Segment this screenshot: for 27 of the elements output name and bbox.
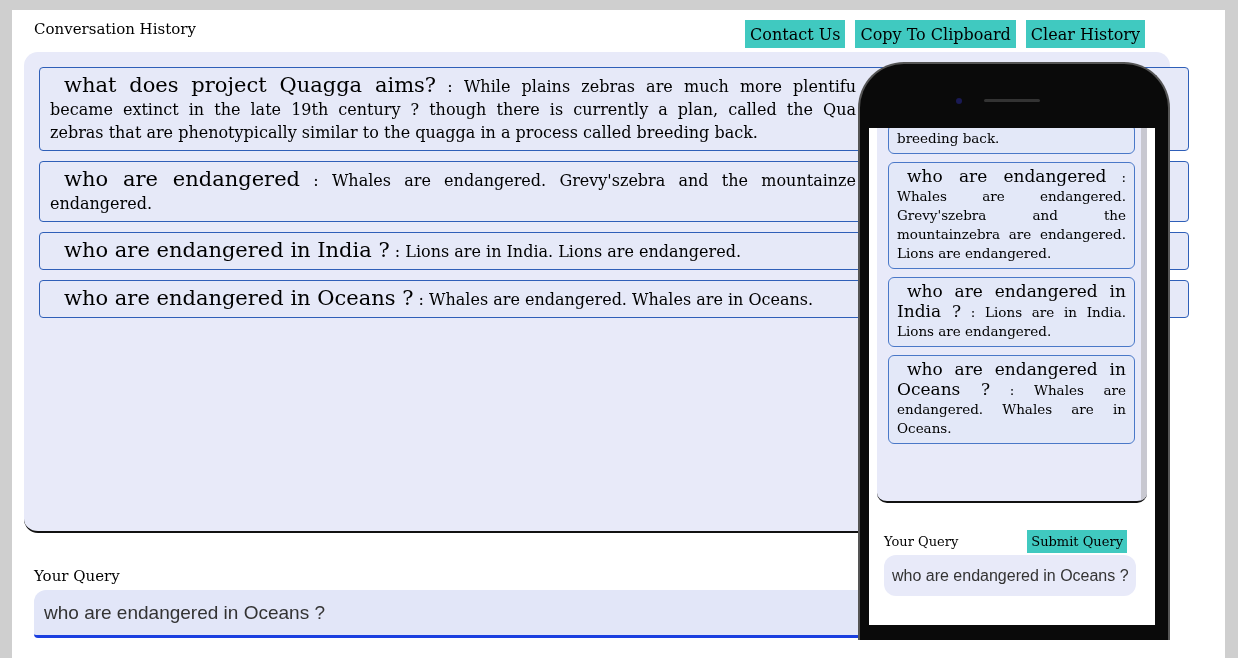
action-button[interactable]: Copy To Clipboard — [855, 20, 1016, 48]
field-label: Your Query — [884, 534, 959, 549]
field-label: Your Query — [34, 567, 120, 585]
submit-button[interactable]: Submit Query — [1027, 530, 1127, 553]
answer-text: : Whales are endangered. Grevy'szebra and the mountainze — [313, 171, 856, 190]
query-field[interactable]: who are endangered in Oceans ? — [884, 555, 1136, 596]
camera-icon — [956, 98, 962, 104]
action-button[interactable]: Clear History — [1025, 20, 1145, 48]
action-button[interactable]: Contact Us — [745, 20, 846, 48]
question-text: what does project Quagga aims? — [63, 73, 437, 97]
answer-text: zebras that are phenotypically similar to the quagga in a process called breeding back. — [50, 123, 758, 142]
answer-text: : While plains zebras are much more plentifu — [447, 77, 856, 96]
answer-text: endangered. — [50, 194, 152, 213]
speaker-icon — [984, 99, 1040, 102]
history-entry: who are endangered in India ? : Lions are in India. Lions are endangered. — [888, 277, 1135, 347]
answer-text: became extinct in the late 19th century ? though there is currently a plan, called the Qua — [50, 100, 856, 119]
question-text: who are endangered in Oceans ? — [63, 286, 414, 310]
history-entry: who are endangered : Whales are endangered. Grevy'szebra and the mountainzebra are endangered. Lions are endangered. — [888, 162, 1135, 269]
history-entry: breeding back. — [888, 128, 1135, 154]
section-title: Conversation History — [34, 20, 196, 38]
history-entry: who are endangered in Oceans ? : Whales are endangered. Whales are in Oceans. — [888, 355, 1135, 444]
query-field[interactable]: who are endangered in Oceans ? — [34, 590, 858, 638]
scrollbar[interactable] — [1141, 128, 1147, 501]
answer-text: : Lions are in India. Lions are endangered. — [394, 242, 741, 261]
question-text: who are endangered — [63, 167, 300, 191]
answer-text: : Whales are endangered. Whales are in Oceans. — [418, 290, 814, 309]
question-text: who are endangered in India ? — [63, 238, 390, 262]
